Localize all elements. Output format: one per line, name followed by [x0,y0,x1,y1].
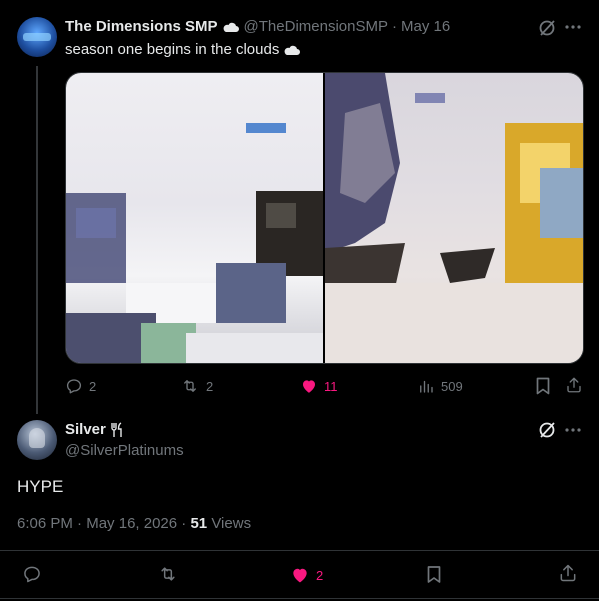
views-button[interactable]: 509 [417,377,463,395]
reply-text: HYPE [17,477,64,496]
author-name[interactable]: The Dimensions SMP [65,18,218,35]
share-icon[interactable] [565,376,583,394]
like-button[interactable]: 11 [300,377,338,395]
like-button[interactable]: 2 [290,565,323,585]
tweet-text: season one begins in the clouds [65,41,280,58]
like-count: 2 [316,567,324,583]
author-handle[interactable]: @TheDimensionSMP [244,18,388,35]
separator-dot: · [77,515,83,532]
tweet-date[interactable]: May 16 [401,18,450,35]
media-image-right[interactable] [325,73,583,363]
heart-filled-icon [300,377,318,395]
repost-count: 2 [206,378,214,394]
reply-date[interactable]: May 16, 2026 [86,515,177,532]
heart-filled-icon [290,565,310,585]
more-icon[interactable] [565,428,581,432]
avatar[interactable] [17,17,57,57]
fork-knife-icon [110,421,124,438]
separator-dot: · [181,515,187,532]
analytics-icon [417,377,435,395]
avatar[interactable] [17,420,57,460]
author-name[interactable]: Silver [65,421,106,438]
repost-button[interactable] [157,564,179,584]
media-grid [65,72,584,364]
views-count: 509 [441,378,463,394]
repost-icon [180,377,200,395]
divider [0,598,599,599]
grok-icon[interactable] [538,421,556,439]
reply-time[interactable]: 6:06 PM [17,515,73,532]
views-label: Views [211,515,252,532]
separator-dot: · [391,18,397,35]
repost-button[interactable]: 2 [180,377,213,395]
reply-button[interactable]: 2 [65,377,96,395]
reply-button[interactable] [22,564,42,584]
share-icon[interactable] [558,563,578,583]
views-count[interactable]: 51 [190,515,207,532]
bookmark-icon[interactable] [426,565,442,584]
cloud-icon [222,21,240,33]
more-icon[interactable] [565,25,581,29]
divider [0,550,599,551]
like-count: 11 [324,378,338,394]
thread-connector [36,66,38,414]
reply-icon [65,377,83,395]
reply-count: 2 [89,378,97,394]
author-handle[interactable]: @SilverPlatinums [65,442,184,459]
bookmark-icon[interactable] [535,377,551,395]
grok-icon[interactable] [538,19,556,37]
cloud-icon [283,44,301,56]
media-image-left[interactable] [66,73,323,363]
